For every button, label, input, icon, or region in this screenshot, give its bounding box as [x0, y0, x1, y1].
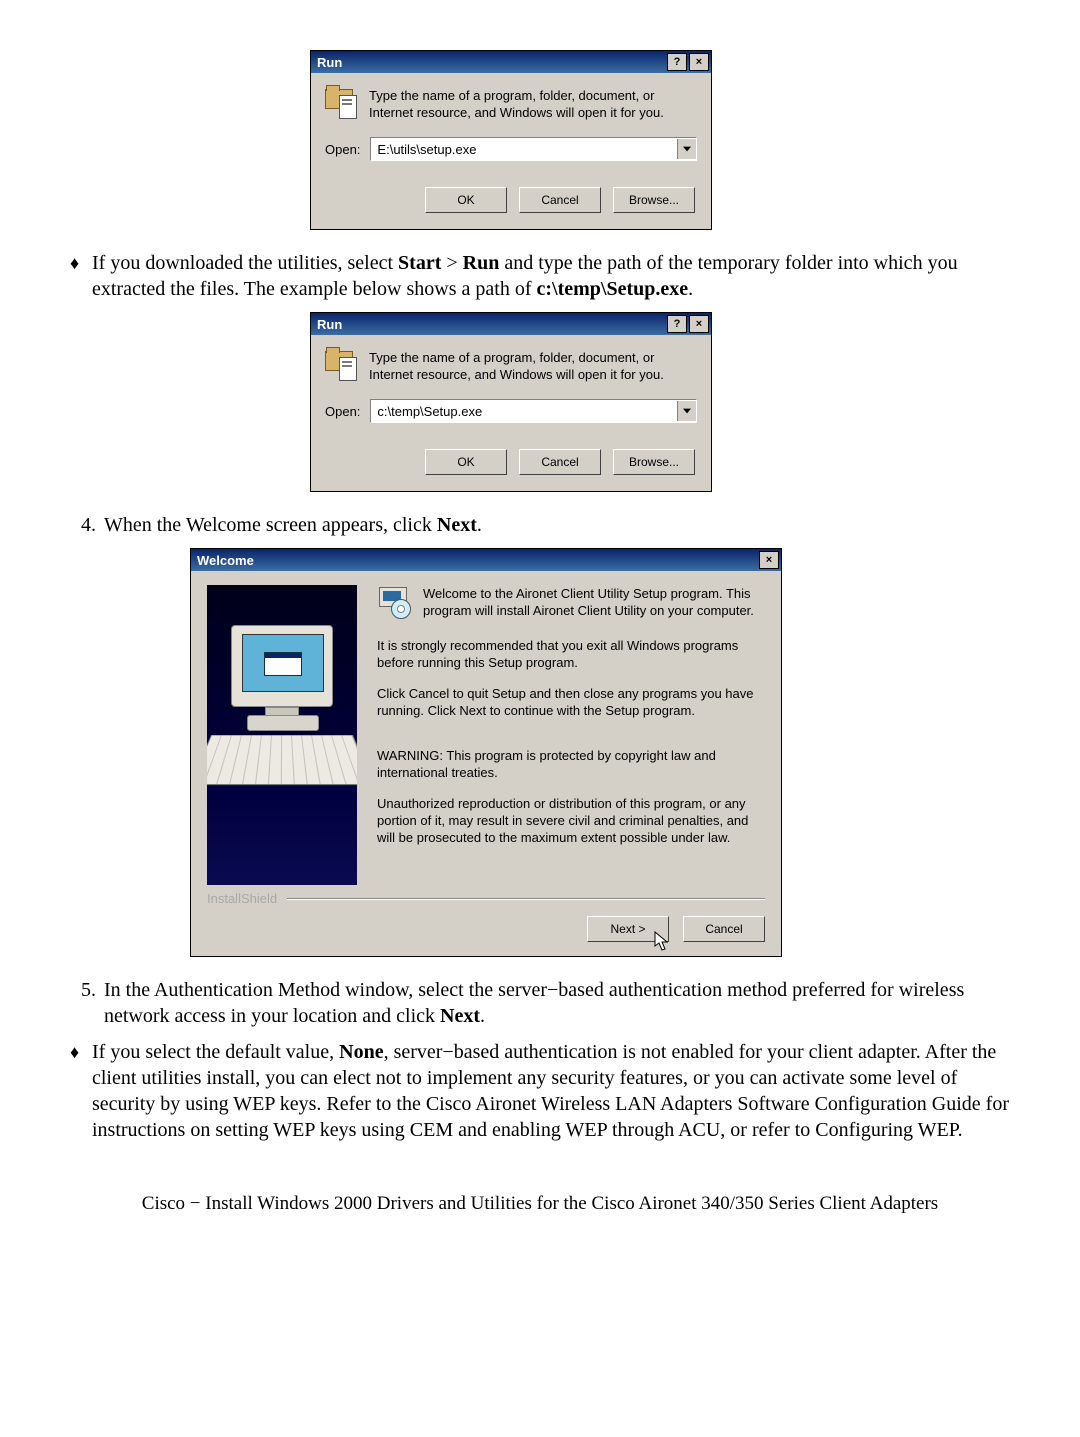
- text: .: [480, 1005, 485, 1027]
- run-dialog-title: Run: [317, 317, 665, 332]
- bullet-item-download: ♦ If you downloaded the utilities, selec…: [70, 250, 1010, 302]
- open-input[interactable]: c:\temp\Setup.exe: [370, 399, 697, 423]
- chevron-down-icon[interactable]: [677, 139, 696, 159]
- bullet-item-none: ♦ If you select the default value, None,…: [70, 1039, 1010, 1143]
- cancel-button[interactable]: Cancel: [519, 187, 601, 213]
- close-icon[interactable]: ×: [689, 315, 709, 333]
- text-bold: Run: [463, 252, 500, 274]
- close-icon[interactable]: ×: [759, 551, 779, 569]
- bullet-marker-icon: ♦: [70, 250, 92, 276]
- separator: [287, 898, 765, 900]
- text-bold: Next: [440, 1005, 480, 1027]
- bullet-marker-icon: ♦: [70, 1039, 92, 1065]
- welcome-paragraph: It is strongly recommended that you exit…: [377, 637, 765, 671]
- run-dialog-title: Run: [317, 55, 665, 70]
- step-number: 5.: [70, 977, 96, 1003]
- text: In the Authentication Method window, sel…: [104, 979, 964, 1027]
- help-icon[interactable]: ?: [667, 315, 687, 333]
- welcome-titlebar: Welcome ×: [191, 549, 781, 571]
- open-input[interactable]: E:\utils\setup.exe: [370, 137, 697, 161]
- welcome-paragraph: Click Cancel to quit Setup and then clos…: [377, 685, 765, 719]
- cursor-icon: [654, 931, 670, 951]
- step-5: 5. In the Authentication Method window, …: [70, 977, 1010, 1029]
- text: >: [441, 252, 462, 274]
- text-bold: Start: [398, 252, 441, 274]
- run-program-icon: [325, 87, 357, 119]
- welcome-header-text: Welcome to the Aironet Client Utility Se…: [423, 585, 765, 619]
- chevron-down-icon[interactable]: [677, 401, 696, 421]
- run-dialog-titlebar: Run ? ×: [311, 51, 711, 73]
- open-label: Open:: [325, 404, 360, 419]
- run-message: Type the name of a program, folder, docu…: [369, 87, 697, 121]
- run-dialog-2: Run ? × Type the name of a program, fold…: [310, 312, 712, 492]
- help-icon[interactable]: ?: [667, 53, 687, 71]
- text: If you downloaded the utilities, select: [92, 252, 398, 274]
- ok-button[interactable]: OK: [425, 187, 507, 213]
- text: When the Welcome screen appears, click: [104, 514, 437, 536]
- text-bold: Next: [437, 514, 477, 536]
- text: If you select the default value,: [92, 1041, 339, 1063]
- browse-button[interactable]: Browse...: [613, 187, 695, 213]
- welcome-paragraph: WARNING: This program is protected by co…: [377, 747, 765, 781]
- step-number: 4.: [70, 512, 96, 538]
- text: .: [477, 514, 482, 536]
- welcome-dialog: Welcome × Welcome to the Aironet Client …: [190, 548, 782, 957]
- text-bold: c:\temp\Setup.exe: [536, 278, 688, 300]
- installshield-brand: InstallShield: [207, 891, 277, 906]
- ok-button[interactable]: OK: [425, 449, 507, 475]
- next-button[interactable]: Next >: [587, 916, 669, 942]
- open-input-value: E:\utils\setup.exe: [371, 142, 677, 157]
- step-4: 4. When the Welcome screen appears, clic…: [70, 512, 1010, 538]
- text: .: [688, 278, 693, 300]
- button-label: Next >: [610, 922, 645, 936]
- close-icon[interactable]: ×: [689, 53, 709, 71]
- cancel-button[interactable]: Cancel: [683, 916, 765, 942]
- run-program-icon: [325, 349, 357, 381]
- open-label: Open:: [325, 142, 360, 157]
- text-bold: None: [339, 1041, 383, 1063]
- browse-button[interactable]: Browse...: [613, 449, 695, 475]
- welcome-paragraph: Unauthorized reproduction or distributio…: [377, 795, 765, 846]
- open-input-value: c:\temp\Setup.exe: [371, 404, 677, 419]
- welcome-title: Welcome: [197, 553, 757, 568]
- installer-artwork: [207, 585, 357, 885]
- run-message: Type the name of a program, folder, docu…: [369, 349, 697, 383]
- setup-icon: [377, 585, 411, 619]
- run-dialog-1: Run ? × Type the name of a program, fold…: [310, 50, 712, 230]
- cancel-button[interactable]: Cancel: [519, 449, 601, 475]
- page-footer: Cisco − Install Windows 2000 Drivers and…: [70, 1193, 1010, 1215]
- run-dialog-titlebar: Run ? ×: [311, 313, 711, 335]
